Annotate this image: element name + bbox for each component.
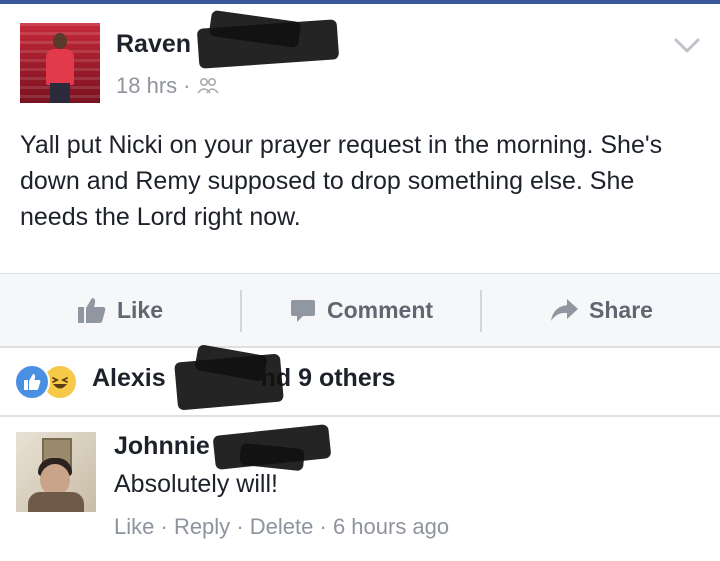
comment-label: Comment <box>326 296 434 323</box>
like-button[interactable]: Like <box>0 274 240 346</box>
share-label: Share <box>589 296 653 323</box>
thumbs-up-icon <box>77 298 106 323</box>
comment-button[interactable]: Comment <box>242 274 480 346</box>
like-reaction-icon <box>14 364 50 400</box>
divider <box>0 415 720 417</box>
divider <box>0 346 720 348</box>
post-body-text: Yall put Nicki on your prayer request in… <box>20 131 663 231</box>
post-meta: 18 hrs · <box>116 73 220 99</box>
author-avatar[interactable] <box>20 23 100 103</box>
top-accent-bar <box>0 0 720 4</box>
like-label: Like <box>116 296 164 323</box>
reaction-summary-start: Alexis <box>92 364 166 392</box>
reaction-icons[interactable] <box>14 364 78 400</box>
comment-text: Absolutely will! <box>114 470 278 498</box>
share-button[interactable]: Share <box>482 274 720 346</box>
comment-meta: Like · Reply · Delete · 6 hours ago <box>114 514 450 539</box>
comment-icon <box>290 300 315 322</box>
comment-like-link[interactable]: Like <box>114 514 154 539</box>
commenter-avatar[interactable] <box>16 432 96 512</box>
post-action-bar: Like Comment Share <box>0 274 720 346</box>
comment-time[interactable]: 6 hours ago <box>333 514 449 539</box>
comment-reply-link[interactable]: Reply <box>174 514 230 539</box>
post-time[interactable]: 18 hrs <box>116 73 177 99</box>
comment-author-name[interactable]: Johnnie <box>114 432 210 461</box>
share-arrow-icon <box>551 299 579 321</box>
post-author-name[interactable]: Raven <box>116 30 191 59</box>
friends-icon <box>197 77 220 94</box>
comment-delete-link[interactable]: Delete <box>250 514 314 539</box>
meta-separator: · <box>183 73 191 98</box>
post-options-chevron-icon[interactable] <box>672 36 702 56</box>
